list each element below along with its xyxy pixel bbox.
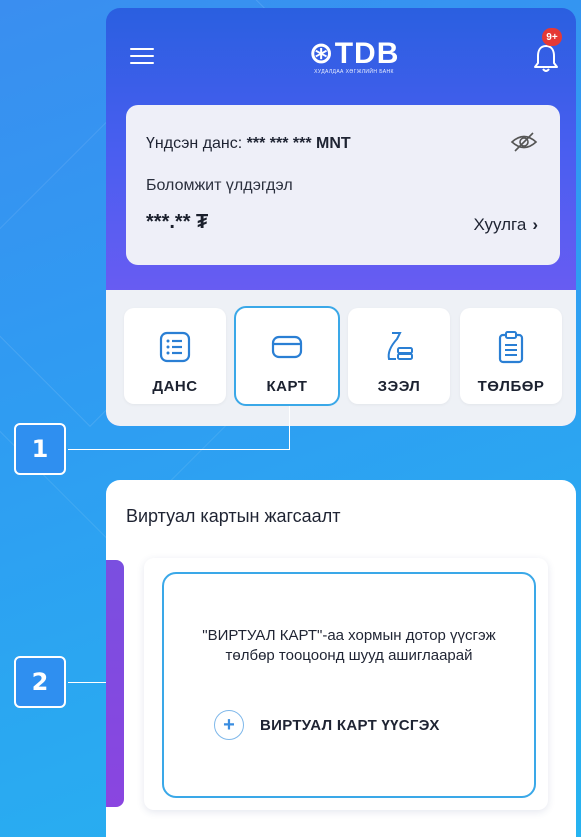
service-payment-button[interactable]: ТӨЛБӨР	[460, 308, 562, 404]
virtual-card-description: "ВИРТУАЛ КАРТ"-аа хормын дотор үүсгэж тө…	[202, 627, 496, 664]
service-card-button[interactable]: КАРТ	[234, 306, 340, 406]
create-virtual-card-label: ВИРТУАЛ КАРТ ҮҮСГЭХ	[260, 716, 440, 734]
account-line: Үндсэн данс: *** *** *** MNT	[146, 135, 351, 153]
account-number: *** *** *** MNT	[246, 135, 351, 152]
money-bag-icon	[387, 332, 413, 360]
service-label: ЗЭЭЛ	[377, 378, 421, 395]
virtual-cards-screen: Виртуал картын жагсаалт "ВИРТУАЛ КАРТ"-а…	[106, 480, 576, 837]
callout-step-2: 2	[14, 656, 66, 708]
service-account-button[interactable]: ДАНС	[124, 308, 226, 404]
service-loan-button[interactable]: ЗЭЭЛ	[348, 308, 450, 404]
callout-connector	[68, 449, 290, 450]
tdb-logo: ⊛TDB ХУДАЛДАА ХӨГЖЛИЙН БАНК	[294, 36, 414, 75]
create-virtual-card-button[interactable]: + ВИРТУАЛ КАРТ ҮҮСГЭХ	[214, 710, 440, 740]
create-virtual-card-area[interactable]: "ВИРТУАЛ КАРТ"-аа хормын дотор үүсгэж тө…	[162, 572, 536, 798]
clipboard-icon	[498, 331, 524, 364]
logo-subtitle: ХУДАЛДАА ХӨГЖЛИЙН БАНК	[314, 69, 394, 75]
available-balance-label: Боломжит үлдэгдэл	[146, 177, 293, 194]
bell-icon[interactable]	[532, 42, 560, 74]
card-icon	[271, 335, 303, 359]
service-label: ТӨЛБӨР	[477, 378, 545, 395]
virtual-cards-title: Виртуал картын жагсаалт	[126, 506, 341, 526]
notification-badge: 9+	[542, 28, 562, 46]
balance-amount: ***.** ₮	[146, 211, 209, 233]
plus-icon: +	[214, 710, 244, 740]
logo-glyph: ⊛	[308, 37, 335, 70]
account-label: Үндсэн данс:	[146, 135, 243, 152]
logo-text: TDB	[334, 37, 400, 70]
callout-step-1: 1	[14, 423, 66, 475]
card-preview-edge[interactable]	[106, 560, 124, 807]
menu-icon[interactable]	[130, 48, 154, 66]
chevron-right-icon: ›	[532, 215, 538, 234]
statement-link[interactable]: Хуулга ›	[474, 215, 538, 235]
statement-label: Хуулга	[473, 215, 527, 234]
list-icon	[159, 331, 191, 363]
services-row: ДАНС КАРТ ЗЭЭЛ ТӨЛБӨР	[124, 306, 562, 412]
home-screen-top: ⊛TDB ХУДАЛДАА ХӨГЖЛИЙН БАНК 9+ Үндсэн да…	[106, 8, 576, 426]
balance-card[interactable]: Үндсэн данс: *** *** *** MNT Боломжит үл…	[126, 105, 560, 265]
eye-off-icon[interactable]	[510, 131, 538, 153]
service-label: ДАНС	[152, 378, 198, 395]
service-label: КАРТ	[266, 378, 308, 395]
